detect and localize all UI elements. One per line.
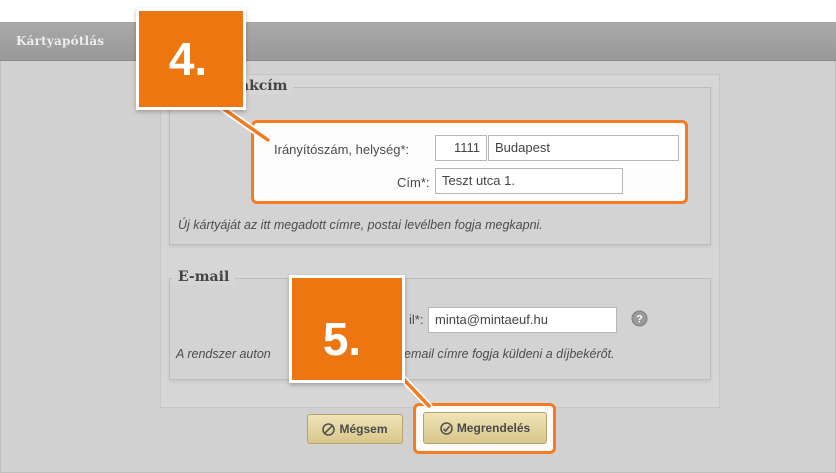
email-note-left: A rendszer auton	[176, 347, 271, 361]
step-5-badge: 5.	[289, 275, 405, 383]
address-highlight-box: Irányítószám, helység*: 1111 Budapest Cí…	[251, 120, 688, 204]
email-label: il*:	[409, 312, 424, 327]
postal-note: Új kártyáját az itt megadott címre, post…	[178, 218, 543, 232]
address-label: Cím*:	[397, 175, 430, 190]
svg-text:?: ?	[636, 314, 643, 326]
page-title: Kártyapótlás	[16, 34, 105, 48]
cancel-button-label: Mégsem	[339, 422, 388, 436]
step-4-badge: 4.	[136, 8, 246, 110]
email-legend: E-mail	[172, 269, 236, 285]
address-field[interactable]: Teszt utca 1.	[435, 168, 623, 194]
frame-header: Kártyapótlás	[0, 22, 836, 61]
check-icon	[440, 421, 453, 435]
page-frame: Kártyapótlás akcím Új kártyáját az itt m…	[0, 8, 836, 473]
zip-city-label: Irányítószám, helység*:	[274, 142, 410, 157]
email-field[interactable]: minta@mintaeuf.hu	[428, 307, 617, 333]
submit-button-label: Megrendelés	[456, 421, 531, 435]
city-field[interactable]: Budapest	[488, 135, 679, 161]
help-icon[interactable]: ?	[631, 310, 648, 327]
zip-field[interactable]: 1111	[435, 135, 487, 161]
email-note-right: email címre fogja küldeni a díjbekérőt.	[404, 347, 615, 361]
cancel-icon	[322, 422, 336, 436]
